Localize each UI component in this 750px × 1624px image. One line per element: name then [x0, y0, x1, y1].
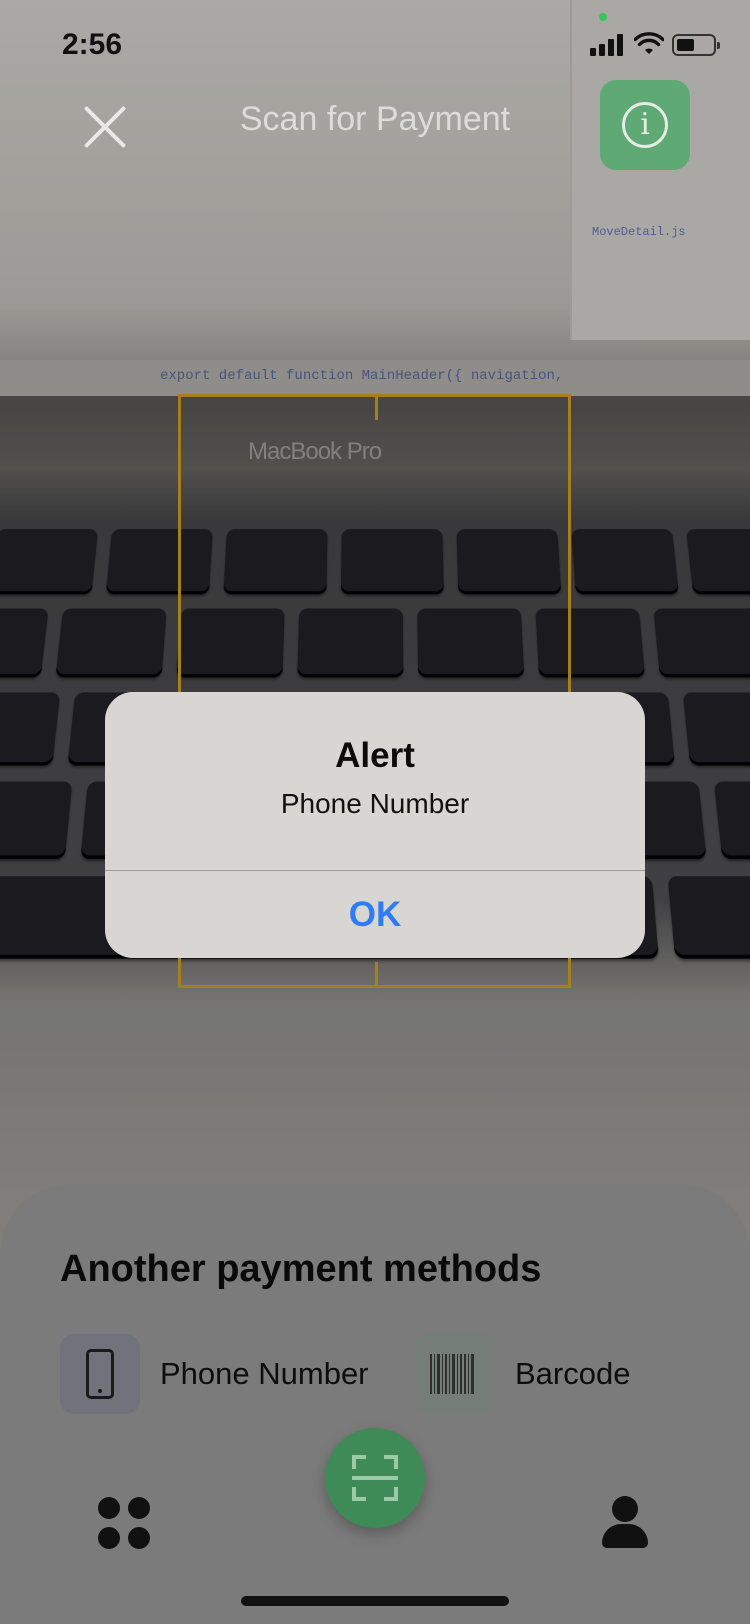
info-button[interactable]: i — [600, 80, 690, 170]
close-icon[interactable] — [80, 102, 130, 152]
alert-dialog: Alert Phone Number OK — [105, 692, 645, 958]
status-bar: 2:56 — [0, 0, 750, 90]
home-indicator — [241, 1596, 509, 1606]
scan-button[interactable] — [325, 1428, 425, 1528]
apps-grid-icon[interactable] — [98, 1497, 152, 1551]
phone-icon — [60, 1334, 140, 1414]
alert-ok-button[interactable]: OK — [105, 871, 645, 958]
info-icon: i — [622, 102, 668, 148]
page-title: Scan for Payment — [239, 100, 511, 138]
alert-message: Phone Number — [280, 788, 470, 819]
wifi-icon — [634, 32, 664, 54]
barcode-label: Barcode — [515, 1356, 631, 1391]
phone-number-label: Phone Number — [160, 1356, 369, 1391]
payment-methods-sheet: Another payment methods Phone Number Bar… — [0, 1184, 750, 1624]
alert-title: Alert — [335, 736, 415, 775]
barcode-method[interactable]: Barcode — [415, 1334, 630, 1414]
profile-icon[interactable] — [602, 1496, 648, 1548]
battery-icon — [672, 34, 720, 56]
camera-in-use-indicator — [599, 13, 607, 21]
cellular-signal-icon — [590, 34, 626, 56]
status-time: 2:56 — [62, 28, 123, 61]
sheet-title: Another payment methods — [60, 1248, 542, 1290]
phone-number-method[interactable]: Phone Number — [60, 1334, 369, 1414]
barcode-icon — [415, 1334, 495, 1414]
